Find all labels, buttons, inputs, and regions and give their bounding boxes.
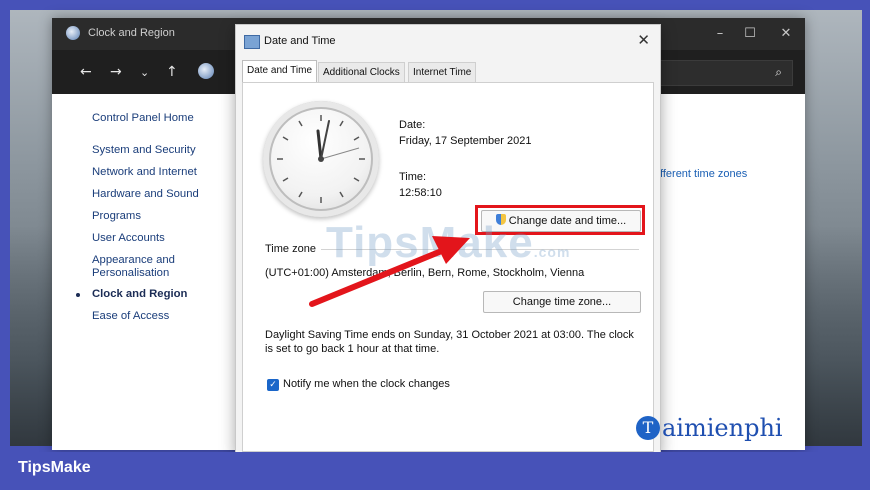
logo-text: aimienphi bbox=[662, 414, 783, 442]
footer-label: TipsMake bbox=[18, 459, 91, 476]
footer-bar bbox=[0, 452, 870, 490]
taimienphi-logo: Taimienphi bbox=[636, 414, 783, 442]
logo-letter: T bbox=[636, 416, 660, 440]
